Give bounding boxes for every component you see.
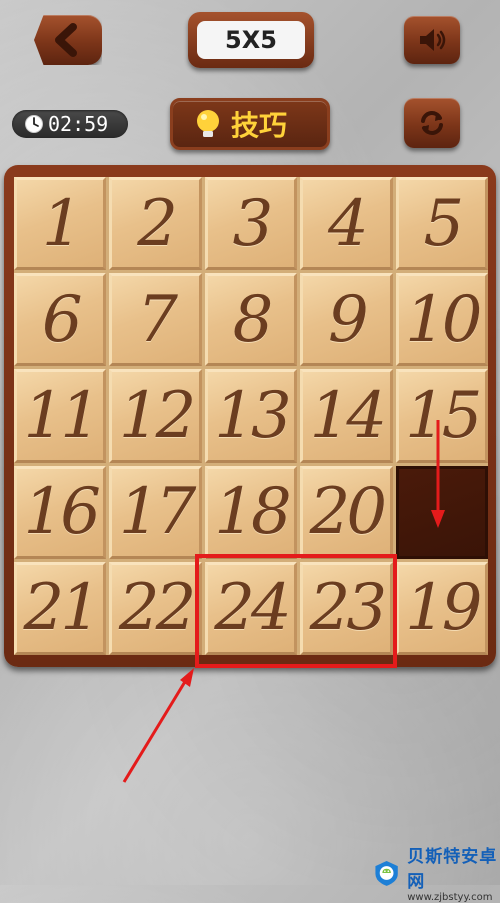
android-logo-icon	[375, 860, 398, 886]
watermark-url: www.zjbstyy.com	[407, 892, 493, 903]
tile[interactable]: 5	[395, 177, 488, 271]
tile[interactable]: 2	[109, 177, 202, 271]
tile[interactable]: 3	[204, 177, 298, 271]
tile[interactable]: 18	[204, 465, 298, 559]
level-label: 5X5	[197, 21, 305, 59]
tile[interactable]: 7	[109, 273, 202, 367]
arrow-pointer-annotation	[122, 668, 194, 783]
clock-icon	[25, 115, 43, 133]
tile[interactable]: 21	[14, 561, 107, 655]
tile[interactable]: 23	[300, 561, 393, 655]
speaker-icon	[420, 29, 446, 51]
tile[interactable]: 11	[14, 369, 107, 463]
tile[interactable]: 22	[109, 561, 202, 655]
tile[interactable]: 20	[300, 465, 393, 559]
tile-grid: 1 2 3 4 5 6 7 8 9 10 11 12 13 14 15 16 17 18 20 21 22 24 23 19	[14, 177, 488, 655]
tile[interactable]: 1	[14, 177, 107, 271]
sound-button[interactable]	[404, 16, 460, 64]
tile[interactable]: 24	[204, 561, 298, 655]
refresh-icon	[421, 111, 443, 135]
watermark: 贝斯特安卓网 www.zjbstyy.com	[372, 842, 500, 903]
tile[interactable]: 15	[395, 369, 488, 463]
tile[interactable]: 14	[300, 369, 393, 463]
back-button[interactable]	[34, 15, 102, 65]
back-arrow-icon	[55, 23, 77, 57]
timer-value: 02:59	[48, 112, 109, 136]
tile[interactable]: 4	[300, 177, 393, 271]
tile[interactable]: 10	[395, 273, 488, 367]
tile[interactable]: 13	[204, 369, 298, 463]
tile[interactable]: 17	[109, 465, 202, 559]
tips-button[interactable]: 技巧	[170, 98, 330, 150]
tile[interactable]: 16	[14, 465, 107, 559]
tile[interactable]: 8	[204, 273, 298, 367]
tips-label: 技巧	[231, 109, 288, 142]
tile[interactable]: 12	[109, 369, 202, 463]
tile[interactable]: 9	[300, 273, 393, 367]
tile[interactable]: 6	[14, 273, 107, 367]
level-indicator: 5X5	[188, 12, 314, 68]
tile[interactable]: 19	[395, 561, 488, 655]
puzzle-board: 1 2 3 4 5 6 7 8 9 10 11 12 13 14 15 16 17 18 20 21 22 24 23 19	[4, 165, 496, 667]
lightbulb-icon	[197, 110, 219, 137]
timer: 02:59	[12, 110, 128, 138]
refresh-button[interactable]	[404, 98, 460, 148]
empty-slot[interactable]	[395, 465, 488, 559]
